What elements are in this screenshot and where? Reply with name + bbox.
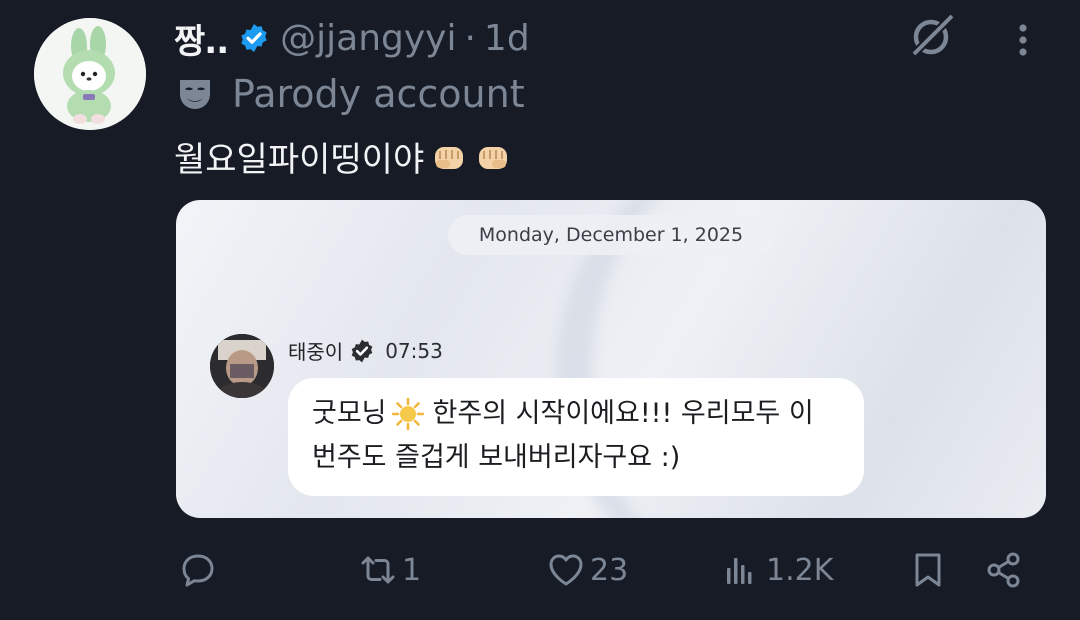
reply-icon bbox=[182, 554, 214, 587]
message-text-2: 번주도 즐겁게 보내버리자구요 :) bbox=[312, 442, 681, 473]
repost-icon bbox=[361, 556, 395, 584]
fist-icon bbox=[435, 146, 464, 169]
view-count: 1.2K bbox=[766, 552, 834, 588]
sender-row: 태중이 07:53 bbox=[288, 336, 443, 365]
share-button[interactable] bbox=[984, 540, 1024, 600]
separator-dot: · bbox=[464, 17, 476, 59]
verified-badge-icon[interactable] bbox=[238, 22, 270, 54]
sender-time: 07:53 bbox=[385, 338, 443, 363]
parody-account-text: Parody account bbox=[232, 72, 525, 116]
message-bubble: 굿모닝 한주의 시작이에요!!! 우리모두 이 번주도 즐겁게 보내버리자구요 … bbox=[288, 378, 864, 496]
attached-image[interactable]: Monday, December 1, 2025 태중이 07:53 굿모닝 한… bbox=[176, 200, 1046, 518]
repost-button[interactable]: 1 bbox=[358, 540, 421, 600]
handle[interactable]: @jjangyyi bbox=[280, 18, 456, 59]
avatar[interactable] bbox=[34, 18, 146, 130]
message-line-1: 굿모닝 한주의 시작이에요!!! 우리모두 이 bbox=[312, 392, 814, 436]
display-name[interactable]: 짱.. bbox=[174, 14, 229, 63]
sender-avatar bbox=[210, 334, 274, 398]
sender-avatar-image bbox=[210, 334, 274, 398]
avatar-image bbox=[34, 18, 146, 130]
message-line-2: 번주도 즐겁게 보내버리자구요 :) bbox=[312, 436, 680, 480]
bookmark-button[interactable] bbox=[908, 540, 948, 600]
sender-name: 태중이 bbox=[288, 340, 344, 364]
tweet-header: 짱.. @jjangyyi · 1d bbox=[174, 12, 530, 64]
tweet-text: 월요일파이띵이야 bbox=[174, 132, 512, 181]
reply-button[interactable] bbox=[178, 540, 222, 600]
fist-icon bbox=[479, 146, 508, 169]
grok-icon[interactable] bbox=[906, 12, 956, 62]
sender-verified-icon bbox=[351, 339, 373, 362]
views-button[interactable]: 1.2K bbox=[722, 540, 833, 600]
repost-count: 1 bbox=[402, 552, 422, 588]
action-bar: 1 23 1.2K bbox=[0, 540, 1080, 600]
date-chip: Monday, December 1, 2025 bbox=[448, 215, 774, 255]
message-text-1: 한주의 시작이에요!!! 우리모두 이 bbox=[432, 398, 814, 429]
message-greeting: 굿모닝 bbox=[312, 398, 387, 429]
sun-icon bbox=[391, 397, 424, 431]
heart-icon bbox=[549, 554, 583, 586]
more-options-icon[interactable] bbox=[1010, 20, 1036, 60]
share-icon bbox=[987, 552, 1020, 588]
parody-label: Parody account bbox=[176, 70, 525, 118]
tweet-body: 월요일파이띵이야 bbox=[174, 140, 425, 180]
views-chart-icon bbox=[727, 558, 752, 584]
mask-icon bbox=[180, 80, 210, 109]
tweet: 짱.. @jjangyyi · 1d Parody account 월요일파이띵… bbox=[0, 0, 1080, 620]
bookmark-icon bbox=[915, 553, 941, 587]
timestamp[interactable]: 1d bbox=[484, 18, 530, 59]
like-button[interactable]: 23 bbox=[546, 540, 628, 600]
like-count: 23 bbox=[590, 552, 629, 588]
